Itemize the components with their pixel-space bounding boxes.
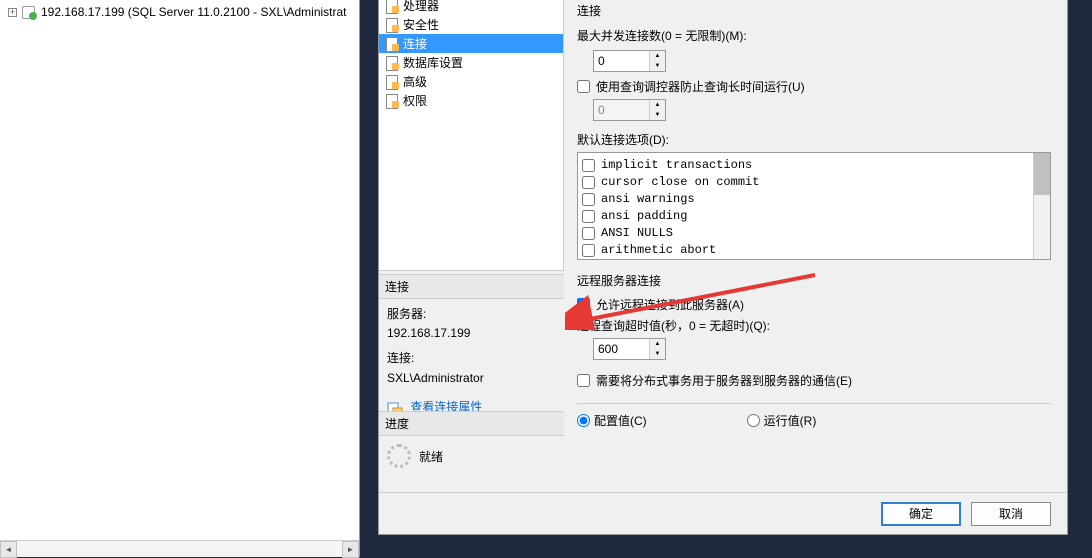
server-name-value: 192.168.17.199 xyxy=(387,324,556,343)
server-label: 192.168.17.199 (SQL Server 11.0.2100 - S… xyxy=(41,5,347,19)
page-icon xyxy=(385,18,399,32)
dialog-button-bar: 确定 取消 xyxy=(379,492,1067,534)
server-name-label: 服务器: xyxy=(387,305,556,324)
spin-down-icon: ▼ xyxy=(650,110,665,120)
governor-value-input: ▲▼ xyxy=(593,99,666,121)
distributed-transactions-label: 需要将分布式事务用于服务器到服务器的通信(E) xyxy=(596,372,852,389)
page-icon xyxy=(385,56,399,70)
spin-down-icon[interactable]: ▼ xyxy=(650,61,665,71)
ok-button[interactable]: 确定 xyxy=(881,502,961,526)
query-governor-label: 使用查询调控器防止查询长时间运行(U) xyxy=(596,78,805,95)
running-values-radio[interactable]: 运行值(R) xyxy=(747,412,817,429)
allow-remote-checkbox[interactable] xyxy=(577,298,590,311)
listbox-scrollbar[interactable] xyxy=(1033,153,1050,259)
distributed-transactions-checkbox[interactable] xyxy=(577,374,590,387)
info-header: 连接 xyxy=(379,274,564,299)
max-connections-input[interactable]: ▲▼ xyxy=(593,50,666,72)
section-remote: 远程服务器连接 xyxy=(577,270,1051,293)
scroll-right-icon[interactable]: ► xyxy=(342,541,359,558)
scroll-track[interactable] xyxy=(17,541,342,557)
progress-spinner-icon xyxy=(387,444,411,468)
page-icon xyxy=(385,0,399,13)
object-explorer-panel: + 192.168.17.199 (SQL Server 11.0.2100 -… xyxy=(0,0,360,557)
nav-item-processor[interactable]: 处理器 xyxy=(379,0,563,15)
progress-header: 进度 xyxy=(379,411,564,436)
page-icon xyxy=(385,37,399,51)
nav-item-database-settings[interactable]: 数据库设置 xyxy=(379,53,563,72)
nav-item-permissions[interactable]: 权限 xyxy=(379,91,563,110)
connection-value: SXL\Administrator xyxy=(387,369,556,388)
server-properties-dialog: 处理器 安全性 连接 数据库设置 高级 权限 连接 服务器: 192.168.1… xyxy=(378,0,1068,535)
page-icon xyxy=(385,75,399,89)
max-connections-label: 最大并发连接数(0 = 无限制)(M): xyxy=(577,27,1051,44)
opt-ansi-padding[interactable] xyxy=(582,210,595,223)
default-options-label: 默认连接选项(D): xyxy=(577,131,1051,148)
nav-item-security[interactable]: 安全性 xyxy=(379,15,563,34)
remote-timeout-label: 远程查询超时值(秒，0 = 无超时)(Q): xyxy=(577,317,1051,334)
page-nav-panel: 处理器 安全性 连接 数据库设置 高级 权限 xyxy=(379,0,564,271)
opt-arithmetic-abort[interactable] xyxy=(582,244,595,257)
opt-cursor-close[interactable] xyxy=(582,176,595,189)
connections-page: 连接 最大并发连接数(0 = 无限制)(M): ▲▼ 使用查询调控器防止查询长时… xyxy=(565,0,1067,486)
spin-up-icon[interactable]: ▲ xyxy=(650,51,665,61)
default-options-listbox[interactable]: implicit transactions cursor close on co… xyxy=(577,152,1051,260)
spin-up-icon: ▲ xyxy=(650,100,665,110)
section-connections: 连接 xyxy=(577,0,1051,23)
horizontal-scrollbar[interactable]: ◄ ► xyxy=(0,540,359,557)
connection-label: 连接: xyxy=(387,349,556,368)
nav-item-connections[interactable]: 连接 xyxy=(379,34,563,53)
expand-icon[interactable]: + xyxy=(8,8,17,17)
spin-down-icon[interactable]: ▼ xyxy=(650,349,665,359)
opt-ansi-warnings[interactable] xyxy=(582,193,595,206)
allow-remote-label: 允许远程连接到此服务器(A) xyxy=(596,296,744,313)
configured-values-radio[interactable]: 配置值(C) xyxy=(577,412,647,429)
server-icon xyxy=(21,4,37,20)
scroll-left-icon[interactable]: ◄ xyxy=(0,541,17,558)
page-icon xyxy=(385,94,399,108)
nav-item-advanced[interactable]: 高级 xyxy=(379,72,563,91)
opt-implicit-transactions[interactable] xyxy=(582,159,595,172)
remote-timeout-input[interactable]: ▲▼ xyxy=(593,338,666,360)
progress-status: 就绪 xyxy=(419,448,443,465)
tree-server-node[interactable]: + 192.168.17.199 (SQL Server 11.0.2100 -… xyxy=(0,0,359,24)
spin-up-icon[interactable]: ▲ xyxy=(650,339,665,349)
query-governor-checkbox[interactable] xyxy=(577,80,590,93)
progress-panel: 进度 就绪 xyxy=(379,411,564,476)
cancel-button[interactable]: 取消 xyxy=(971,502,1051,526)
opt-ansi-nulls[interactable] xyxy=(582,227,595,240)
connection-info-panel: 连接 服务器: 192.168.17.199 连接: SXL\Administr… xyxy=(379,274,564,423)
